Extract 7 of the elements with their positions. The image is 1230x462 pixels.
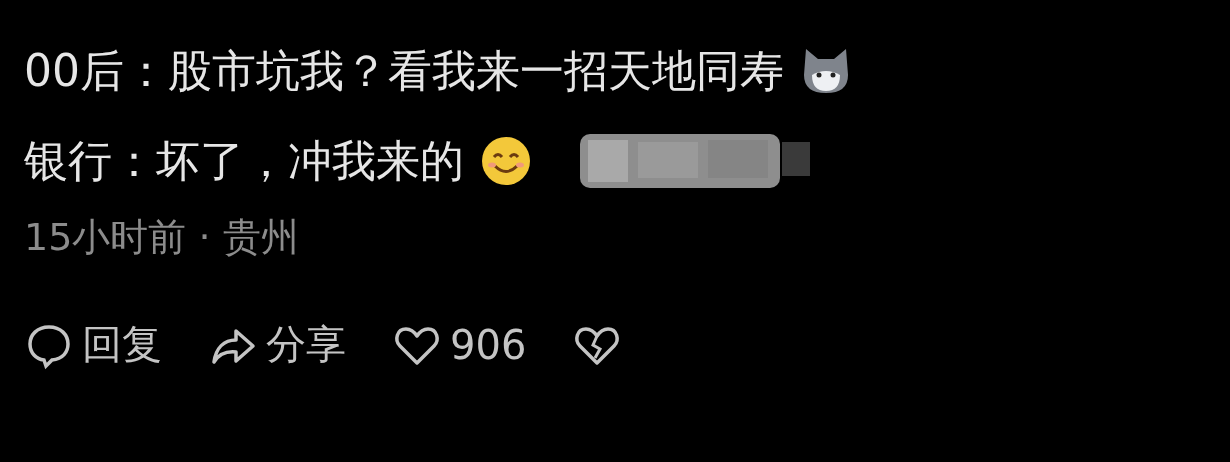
timestamp-location: 15小时前 · 贵州 [24,214,300,261]
share-button[interactable]: 分享 [208,317,346,372]
comment-text: 银行：坏了，冲我来的 [24,133,464,188]
comment-text: 00后：股市坑我？看我来一招天地同寿 [24,43,784,98]
reply-button[interactable]: 回复 [24,317,162,372]
like-button[interactable]: 906 [392,319,527,370]
smiley-icon [480,135,532,187]
